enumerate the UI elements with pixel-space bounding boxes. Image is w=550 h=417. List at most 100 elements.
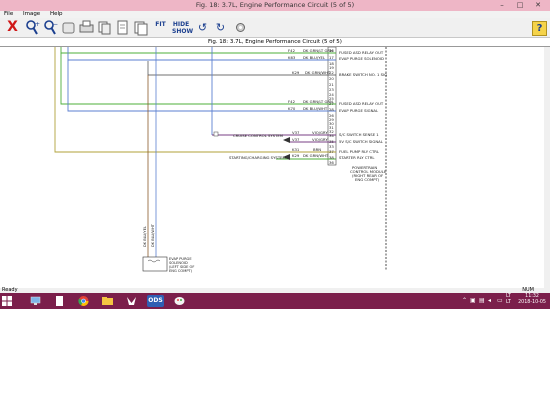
fit-button[interactable]: FIT (152, 19, 169, 36)
copy-icon (98, 21, 111, 35)
page-icon (117, 20, 128, 35)
help-button[interactable]: ? (532, 21, 547, 36)
wire-circuit-label: K70 (288, 106, 296, 111)
wire-circuit-label: K29 (292, 153, 300, 158)
computer-icon (30, 296, 41, 305)
menu-image[interactable]: Image (23, 11, 40, 17)
taskbar-app-file-manager[interactable] (51, 295, 68, 307)
tray-app-icon[interactable]: ▣ (470, 297, 476, 305)
menu-file[interactable]: File (4, 11, 13, 17)
hide-show-button[interactable]: HIDE SHOW (172, 19, 194, 36)
cavity-label: 36 (329, 160, 334, 165)
pcm-function-label: S/C SWITCH SENSE 1 (339, 132, 379, 137)
taskbar-app-gimp[interactable] (123, 295, 140, 307)
pcm-function-label: BRAKE SWITCH NO. 1 SIG (339, 72, 387, 77)
pages-icon (134, 21, 148, 36)
paint-icon (174, 297, 185, 305)
taskbar: ODS ⌃ ▣ ▤ ◂ ▭ LT LT 11:32 2018-10-05 (0, 293, 550, 309)
wire-fused-asd-2 (60, 53, 336, 105)
vertical-scrollbar[interactable] (544, 47, 550, 288)
menu-help[interactable]: Help (50, 11, 63, 17)
taskbar-app-folder[interactable] (99, 295, 116, 307)
taskbar-app-chrome[interactable] (75, 295, 92, 307)
settings-button[interactable] (232, 19, 249, 36)
zoom-out-button[interactable]: − (42, 19, 59, 36)
pcm-function-label: FUEL PUMP RLY CTRL (339, 149, 380, 154)
rotate-right-button[interactable]: ↻ (212, 19, 229, 36)
svg-text:−: − (53, 21, 58, 28)
purge-wire-label: DK BLU/YEL (143, 226, 147, 247)
page-button[interactable] (114, 19, 131, 36)
volume-icon[interactable]: ◂ (488, 297, 491, 305)
network-icon[interactable]: ▤ (479, 297, 485, 305)
starting-charging-label: STARTING/CHARGING SYSTEM (229, 155, 286, 160)
wire-color-label: DK GRN/WHT (305, 70, 331, 75)
battery-icon[interactable]: ▭ (497, 297, 503, 305)
cavity-label: 34 (329, 133, 334, 138)
wire-color-label: VIO/GRY (312, 137, 328, 142)
background-area (0, 309, 550, 417)
zoom-out-icon: − (44, 20, 58, 35)
cruise-control-label: CRUISE CONTROL SYSTEM (233, 133, 283, 138)
tray-up-arrow-icon[interactable]: ⌃ (462, 297, 467, 305)
wire-evap-purge-signal (67, 60, 336, 112)
wire-circuit-label: K63 (288, 55, 296, 60)
language-indicator[interactable]: LT LT (506, 294, 511, 306)
clock-date: 2018-10-05 (518, 300, 546, 305)
minimize-button[interactable]: – (494, 0, 510, 11)
purge-wire-label: DK BLU/WHT (151, 223, 155, 247)
rotate-left-button[interactable]: ↺ (194, 19, 211, 36)
cavity-label: 37 (329, 149, 334, 154)
pcm-function-label: 5V S/C SWITCH SIGNAL (339, 139, 384, 144)
cavity-label: 28 (329, 107, 334, 112)
cavity-label: 22 (329, 70, 334, 75)
gear-icon (236, 23, 245, 32)
arrow-cruise-icon (283, 137, 290, 143)
menu-bar: File Image Help (0, 11, 550, 18)
wire-color-label: BRN (313, 147, 321, 152)
wire-color-label: VIO/GRY (312, 130, 328, 135)
zoom-in-icon: + (26, 20, 40, 35)
taskbar-app-paint[interactable] (171, 295, 188, 307)
wire-circuit-label: F42 (288, 99, 296, 104)
evap-purge-solenoid (142, 256, 168, 272)
show-label: SHOW (172, 28, 194, 35)
pcm-name-line: ENG COMPT) (355, 177, 380, 182)
cavity-label: 16 (329, 48, 334, 53)
print-button[interactable] (78, 19, 95, 36)
hide-label: HIDE (172, 21, 190, 28)
wire-evap-purge-sol (67, 47, 336, 61)
cavity-label: 27 (329, 101, 334, 106)
folder-icon (102, 297, 113, 305)
zoom-in-button[interactable]: + (24, 19, 41, 36)
wiring-diagram: F42 DK GRN/LT GRN 16 K63 DK BLU/YEL 17 1… (0, 47, 550, 288)
wire-color-label: DK GRN/WHT (303, 153, 329, 158)
print-icon (79, 20, 94, 33)
title-bar: Fig. 18: 3.7L, Engine Performance Circui… (0, 0, 550, 11)
wire-circuit-label: F42 (288, 48, 296, 53)
wire-color-label: DK BLU/YEL (303, 55, 326, 60)
window-title: Fig. 18: 3.7L, Engine Performance Circui… (195, 1, 355, 9)
cavity-label: 17 (329, 55, 334, 60)
pan-left-button[interactable] (60, 19, 77, 36)
copy-button[interactable] (96, 19, 113, 36)
start-button[interactable] (2, 296, 12, 306)
wire-color-label: DK BLU/WHT (303, 106, 328, 111)
close-button[interactable]: ✕ (530, 0, 546, 11)
pcm-function-label: EVAP PURGE SIGNAL (339, 108, 379, 113)
document-icon (56, 296, 63, 306)
clock[interactable]: 11:32 2018-10-05 (518, 294, 546, 306)
pcm-function-label: EVAP PURGE SOLENOID (339, 56, 384, 61)
svg-text:+: + (35, 21, 40, 28)
pcm-function-label: STARTER RLY CTRL (339, 155, 375, 160)
taskbar-app-explorer-pc[interactable] (27, 295, 44, 307)
keyboard-layout: LT (506, 300, 511, 305)
pcm-function-label: FUSED ASD RELAY OUT (339, 50, 384, 55)
splice-connector (213, 131, 219, 137)
mascot-icon (127, 297, 136, 305)
taskbar-app-ods[interactable]: ODS (147, 295, 164, 307)
maximize-button[interactable]: □ (512, 0, 528, 11)
wiring-diagram-svg: F42 DK GRN/LT GRN 16 K63 DK BLU/YEL 17 1… (54, 47, 550, 288)
pages-button[interactable] (132, 19, 149, 36)
exit-button[interactable]: X (4, 19, 21, 36)
